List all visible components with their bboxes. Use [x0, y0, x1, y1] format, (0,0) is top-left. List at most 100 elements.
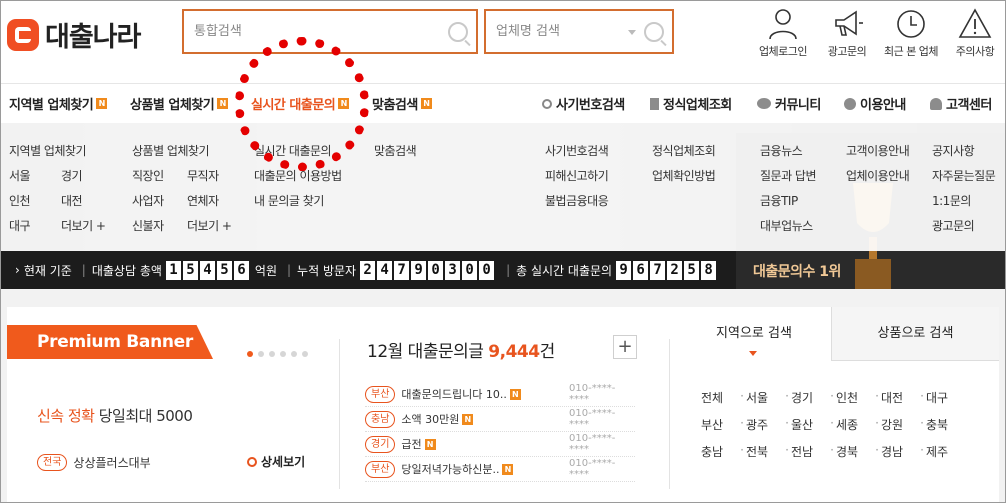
menu-item[interactable]: 지역별 업체찾기 [9, 139, 113, 164]
nav-customer-center[interactable]: 고객센터 [930, 94, 992, 113]
pagination-dot[interactable] [280, 351, 286, 357]
total-amount-counter: 15456 [165, 260, 251, 280]
menu-item[interactable]: 내 문의글 찾기 [254, 189, 342, 214]
main-nav: 지역별 업체찾기 N 상품별 업체찾기 N 실시간 대출문의 N 맞춤검색 N 사기번호… [1, 83, 1005, 121]
recent-companies-button[interactable]: 최근 본 업체 [879, 7, 943, 59]
menu-item[interactable]: 대전 [61, 189, 113, 214]
inquiry-count: 9,444 [488, 342, 540, 362]
menu-item[interactable]: 피해신고하기 [545, 164, 609, 189]
menu-item[interactable]: 연체자 [187, 189, 242, 214]
more-inquiries-button[interactable]: + [613, 335, 637, 359]
nav-guide[interactable]: 이용안내 [844, 94, 906, 113]
region-link[interactable]: 경남 [881, 443, 926, 460]
tab-product-search[interactable]: 상품으로 검색 [831, 307, 999, 361]
menu-item[interactable]: 상품별 업체찾기 [132, 139, 242, 164]
nav-product-search[interactable]: 상품별 업체찾기 N [130, 94, 229, 113]
menu-item[interactable]: 업체이용안내 [846, 164, 910, 189]
menu-item[interactable]: 실시간 대출문의 [254, 139, 342, 164]
pagination-dot[interactable] [258, 351, 264, 357]
region-link[interactable]: 인천 [836, 389, 881, 406]
region-link[interactable]: 충남 [701, 443, 746, 460]
active-tab-indicator [749, 351, 757, 356]
new-badge: N [420, 98, 432, 109]
menu-item[interactable]: 광고문의 [932, 214, 995, 239]
region-link[interactable]: 충북 [926, 416, 971, 433]
pagination-dot[interactable] [302, 351, 308, 357]
menu-item[interactable]: 질문과 답변 [760, 164, 817, 189]
list-item[interactable]: 부산 대출문의드립니다 10.. N 010-****-**** [365, 382, 635, 407]
pagination-dot[interactable] [291, 351, 297, 357]
list-item[interactable]: 부산 당일저녁가능하신분.. N 010-****-**** [365, 457, 635, 482]
menu-item[interactable]: 금융뉴스 [760, 139, 816, 164]
menu-item[interactable]: 불법금융대응 [545, 189, 609, 214]
chevron-down-icon[interactable] [628, 30, 636, 35]
search-icon[interactable] [644, 22, 664, 42]
menu-item[interactable]: 직장인 [132, 164, 187, 189]
premium-ad-title[interactable]: 신속 정확 당일최대 5000 [37, 405, 193, 426]
site-header: 대출나라 업체로그인 광고문의 최근 본 업체 [1, 1, 1005, 77]
region-link[interactable]: 울산 [791, 416, 836, 433]
tab-region-search[interactable]: 지역으로 검색 [677, 307, 831, 361]
menu-item[interactable]: 공지사항 [932, 139, 995, 164]
nav-realtime-inquiry[interactable]: 실시간 대출문의 N [251, 94, 350, 113]
region-tag: 충남 [365, 410, 396, 428]
menu-item[interactable]: 경기 [61, 164, 113, 189]
company-login-button[interactable]: 업체로그인 [751, 7, 815, 59]
region-link[interactable]: 제주 [926, 443, 971, 460]
logo[interactable]: 대출나라 [7, 15, 141, 54]
nav-community[interactable]: 커뮤니티 [757, 94, 821, 113]
new-badge: N [96, 98, 108, 109]
menu-item[interactable]: 대구 [9, 214, 61, 239]
region-link[interactable]: 대구 [926, 389, 971, 406]
region-link[interactable]: 세종 [836, 416, 881, 433]
region-link[interactable]: 전남 [791, 443, 836, 460]
integrated-search-input[interactable] [184, 11, 476, 52]
new-badge: N [509, 388, 521, 400]
region-link[interactable]: 대전 [881, 389, 926, 406]
menu-item[interactable]: 1:1문의 [932, 189, 995, 214]
menu-item[interactable]: 사업자 [132, 189, 187, 214]
menu-item[interactable]: 고객이용안내 [846, 139, 910, 164]
list-item[interactable]: 충남 소액 30만원 N 010-****-**** [365, 407, 635, 432]
menu-item[interactable]: 금융TIP [760, 189, 816, 214]
browser-frame: 대출나라 업체로그인 광고문의 최근 본 업체 [0, 0, 1006, 503]
menu-item[interactable]: 인천 [9, 189, 61, 214]
pagination-dot[interactable] [269, 351, 275, 357]
region-link[interactable]: 부산 [701, 416, 746, 433]
search-icon [247, 456, 257, 467]
menu-item[interactable]: 무직자 [187, 164, 242, 189]
search-icon[interactable] [448, 22, 468, 42]
menu-item[interactable]: 맞춤검색 [374, 139, 417, 164]
menu-item[interactable]: 사기번호검색 [545, 139, 609, 164]
region-city-grid: 서울 경기 인천 대전 대구 더보기 + [9, 164, 113, 239]
region-link[interactable]: 서울 [746, 389, 791, 406]
ad-inquiry-label: 광고문의 [827, 45, 867, 58]
menu-item[interactable]: 대부업뉴스 [760, 214, 816, 239]
ad-inquiry-button[interactable]: 광고문의 [815, 7, 879, 59]
nav-official-company-lookup[interactable]: 정식업체조회 [650, 94, 732, 113]
menu-item[interactable]: 서울 [9, 164, 61, 189]
list-item[interactable]: 경기 급전 N 010-****-**** [365, 432, 635, 457]
menu-region: 지역별 업체찾기 서울 경기 인천 대전 대구 더보기 + [9, 139, 113, 239]
nav-region-search[interactable]: 지역별 업체찾기 N [9, 94, 108, 113]
region-link[interactable]: 경기 [791, 389, 836, 406]
menu-item[interactable]: 더보기 + [61, 214, 113, 239]
ticker-visitors-label: 누적 방문자 [297, 263, 357, 278]
menu-item[interactable]: 신불자 [132, 214, 187, 239]
region-link[interactable]: 강원 [881, 416, 926, 433]
nav-custom-search[interactable]: 맞춤검색 N [372, 94, 432, 113]
region-link[interactable]: 경북 [836, 443, 881, 460]
pagination-dot[interactable] [247, 351, 253, 357]
region-link[interactable]: 광주 [746, 416, 791, 433]
warnings-button[interactable]: 주의사항 [943, 7, 1005, 59]
region-link[interactable]: 전체 [701, 389, 746, 406]
menu-item[interactable]: 정식업체조회 [652, 139, 716, 164]
menu-item[interactable]: 더보기 + [187, 214, 242, 239]
detail-view-button[interactable]: 상세보기 [247, 453, 305, 470]
region-link[interactable]: 전북 [746, 443, 791, 460]
menu-item[interactable]: 업체확인방법 [652, 164, 716, 189]
menu-item[interactable]: 자주묻는질문 [932, 164, 996, 189]
menu-item[interactable]: 대출문의 이용방법 [254, 164, 342, 189]
region-link-grid: 전체 서울 경기 인천 대전 대구 부산 광주 울산 세종 강원 충북 충남 전… [701, 389, 971, 460]
nav-fraud-number-search[interactable]: 사기번호검색 [542, 94, 625, 113]
